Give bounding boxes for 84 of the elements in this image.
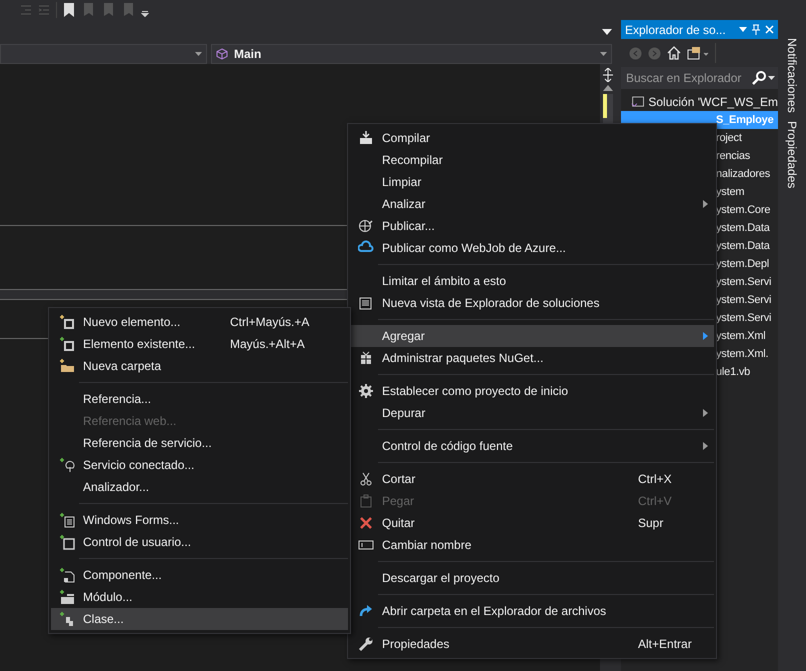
solution-icon: [631, 95, 644, 109]
submenu-arrow-icon: [702, 332, 708, 340]
side-tab[interactable]: Notificaciones: [781, 38, 803, 113]
paste-icon: [358, 493, 374, 509]
member-dropdown[interactable]: Main: [211, 44, 612, 64]
menu-item[interactable]: Quitar Supr: [350, 512, 714, 534]
menu-item[interactable]: Agregar: [350, 325, 714, 347]
split-icon: [602, 68, 614, 82]
menu-item[interactable]: Publicar...: [350, 215, 714, 237]
new-folder-icon: [59, 358, 75, 374]
menu-item[interactable]: Nueva carpeta: [51, 355, 348, 377]
menu-item[interactable]: Analizar: [350, 193, 714, 215]
outdent-icon: [20, 4, 32, 16]
menu-item[interactable]: Clase...: [51, 608, 348, 630]
window-icon: [358, 295, 374, 311]
side-tab[interactable]: Propiedades: [781, 120, 803, 188]
menu-item[interactable]: Cambiar nombre: [350, 534, 714, 556]
dropdown-arrow-icon: [195, 52, 202, 56]
pin-icon: [752, 24, 760, 35]
add-item-icon: [59, 336, 75, 352]
menu-item[interactable]: Control de código fuente: [350, 435, 714, 457]
menu-item[interactable]: Referencia...: [51, 388, 348, 410]
home-icon: [667, 46, 681, 60]
add-control-icon: [59, 534, 75, 550]
menu-item[interactable]: Módulo...: [51, 586, 348, 608]
menu-item[interactable]: Recompilar: [350, 149, 714, 171]
menu-item[interactable]: Analizador...: [51, 476, 348, 498]
toolbar-overflow-icon: [141, 11, 149, 17]
add-module-icon: [59, 589, 75, 605]
bookmark-icon: [63, 3, 75, 17]
panel-title: Explorador de so...: [625, 22, 727, 38]
bookmark-prev-icon: [81, 3, 95, 17]
delete-icon: [358, 515, 374, 531]
menu-item[interactable]: Limitar el ámbito a esto: [350, 270, 714, 292]
menu-item[interactable]: Referencia de servicio...: [51, 432, 348, 454]
menu-item[interactable]: Servicio conectado...: [51, 454, 348, 476]
menu-item[interactable]: Administrar paquetes NuGet...: [350, 347, 714, 369]
menu-item[interactable]: Componente...: [51, 564, 348, 586]
search-icon: [752, 71, 766, 85]
menu-item[interactable]: Elemento existente... Mayús.+Alt+A: [51, 333, 348, 355]
wrench-icon: [358, 636, 374, 652]
search-field[interactable]: Buscar en Explorador: [621, 67, 778, 89]
scroll-up-icon: [603, 85, 613, 91]
forward-icon: [648, 46, 661, 60]
menu-item[interactable]: Cortar Ctrl+X: [350, 468, 714, 490]
type-dropdown[interactable]: [0, 44, 207, 64]
bookmark-next-icon: [101, 3, 115, 17]
dropdown-icon: [739, 27, 747, 32]
menu-item[interactable]: Descargar el proyecto: [350, 567, 714, 589]
connected-service-icon: [59, 457, 75, 473]
menu-item[interactable]: Establecer como proyecto de inicio: [350, 380, 714, 402]
indent-icon: [38, 4, 50, 16]
redo-arrow-icon: [358, 603, 374, 619]
menu-item[interactable]: Propiedades Alt+Entrar: [350, 633, 714, 655]
menu-item[interactable]: Windows Forms...: [51, 509, 348, 531]
settings-icon: [358, 383, 374, 399]
back-icon: [629, 46, 642, 60]
close-icon: [765, 25, 774, 34]
new-item-icon: [59, 314, 75, 330]
dropdown-icon: [602, 29, 612, 35]
bookmark-folder-icon: [121, 3, 135, 17]
dropdown-arrow-icon: [768, 76, 775, 80]
menu-item[interactable]: Depurar: [350, 402, 714, 424]
menu-item[interactable]: Nuevo elemento... Ctrl+Mayús.+A: [51, 311, 348, 333]
menu-item[interactable]: Control de usuario...: [51, 531, 348, 553]
menu-item[interactable]: Limpiar: [350, 171, 714, 193]
submenu-arrow-icon: [702, 409, 708, 417]
sync-view-icon: [687, 46, 709, 60]
tree-item[interactable]: Solución 'WCF_WS_Em: [621, 93, 778, 111]
add-form-icon: [59, 512, 75, 528]
menu-item[interactable]: Abrir carpeta en el Explorador de archivos: [350, 600, 714, 622]
scissors-icon: [358, 471, 374, 487]
cube-icon: [216, 48, 228, 60]
menu-item[interactable]: Publicar como WebJob de Azure...: [350, 237, 714, 259]
package-icon: [358, 350, 374, 366]
globe-icon: [358, 218, 374, 234]
submenu-arrow-icon: [702, 200, 708, 208]
submenu-arrow-icon: [702, 442, 708, 450]
build-icon: [358, 130, 374, 146]
dropdown-arrow-icon: [600, 52, 607, 56]
menu-item[interactable]: Compilar: [350, 127, 714, 149]
menu-item[interactable]: Nueva vista de Explorador de soluciones: [350, 292, 714, 314]
add-class-icon: [59, 611, 75, 627]
add-component-icon: [59, 567, 75, 583]
